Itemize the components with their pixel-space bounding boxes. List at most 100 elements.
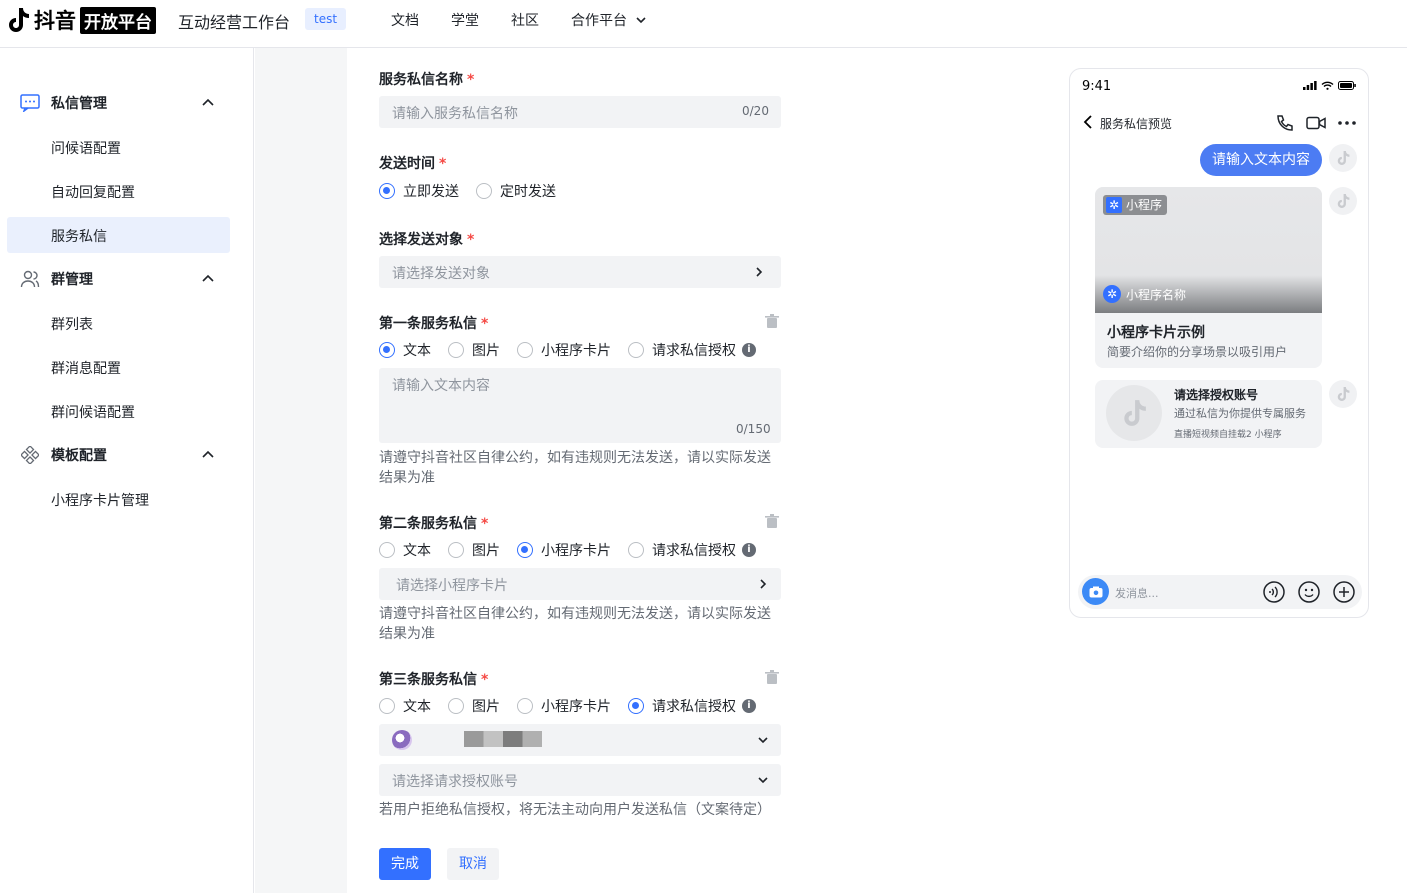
- authorized-account-select[interactable]: [379, 724, 781, 756]
- second-hint: 请遵守抖音社区自律公约，如有违规则无法发送，请以实际发送结果为准: [379, 606, 771, 642]
- name-counter: 0/20: [742, 104, 769, 118]
- radio-type-image[interactable]: 图片: [448, 696, 500, 716]
- phone-preview: 9:41 服务私信预览 请输入文本内容 ✲ 小程序 ✲ 小程序名称 小程序卡片示…: [1069, 68, 1369, 618]
- phone-call-icon[interactable]: [1275, 114, 1293, 132]
- sidebar-item-service-message[interactable]: 服务私信: [51, 226, 107, 246]
- template-grid-icon: [20, 445, 40, 465]
- more-icon[interactable]: [1338, 121, 1356, 125]
- sender-avatar: [1329, 144, 1357, 172]
- radio-type-image[interactable]: 图片: [448, 540, 500, 560]
- video-call-icon[interactable]: [1306, 116, 1326, 130]
- chevron-up-icon[interactable]: [201, 272, 215, 286]
- trash-icon[interactable]: [765, 670, 779, 685]
- send-time-radio-group: 立即发送 定时发送: [379, 181, 573, 201]
- auth-title: 请选择授权账号: [1174, 388, 1259, 402]
- radio-circle[interactable]: [517, 342, 533, 358]
- nav-docs[interactable]: 文档: [391, 10, 419, 30]
- radio-type-image[interactable]: 图片: [448, 340, 500, 360]
- radio-circle[interactable]: [379, 183, 395, 199]
- mini-program-icon: ✲: [1106, 197, 1122, 213]
- sidebar-group-groups[interactable]: 群管理: [20, 267, 220, 291]
- auth-account-avatar: [1106, 385, 1162, 441]
- douyin-open-platform-logo[interactable]: 抖音 开放平台: [6, 6, 156, 34]
- info-icon[interactable]: i: [742, 543, 756, 557]
- chevron-up-icon[interactable]: [201, 448, 215, 462]
- info-icon[interactable]: i: [742, 699, 756, 713]
- logo-badge: 开放平台: [80, 6, 156, 34]
- nav-partner-platform[interactable]: 合作平台: [571, 10, 647, 30]
- sidebar: 私信管理 问候语配置 自动回复配置 服务私信 群管理 群列表 群消息配置 群问候…: [0, 48, 254, 893]
- radio-circle[interactable]: [517, 542, 533, 558]
- radio-circle[interactable]: [476, 183, 492, 199]
- trash-icon[interactable]: [765, 314, 779, 329]
- sidebar-item-group-list[interactable]: 群列表: [51, 314, 93, 334]
- mini-program-card-select[interactable]: 请选择小程序卡片: [379, 568, 781, 600]
- phone-time: 9:41: [1082, 79, 1112, 94]
- auth-desc: 通过私信为你提供专属服务: [1174, 407, 1306, 420]
- sidebar-item-greeting[interactable]: 问候语配置: [51, 138, 121, 158]
- sidebar-group-label: 模板配置: [51, 448, 107, 464]
- message-input[interactable]: 发消息...: [1115, 585, 1159, 601]
- radio-circle[interactable]: [628, 698, 644, 714]
- radio-type-text[interactable]: 文本: [379, 340, 431, 360]
- sidebar-item-auto-reply[interactable]: 自动回复配置: [51, 182, 135, 202]
- sidebar-item-group-message[interactable]: 群消息配置: [51, 358, 121, 378]
- radio-type-mini-program[interactable]: 小程序卡片: [517, 696, 611, 716]
- mini-program-tag: ✲ 小程序: [1103, 195, 1168, 215]
- first-text-textarea[interactable]: 请输入文本内容: [379, 368, 781, 443]
- nav-community[interactable]: 社区: [511, 10, 539, 30]
- third-type-radio-group: 文本 图片 小程序卡片 请求私信授权 i: [379, 696, 773, 716]
- cancel-button[interactable]: 取消: [447, 848, 499, 880]
- battery-icon: [1338, 81, 1356, 90]
- voice-icon[interactable]: [1263, 581, 1285, 603]
- sidebar-group-messages[interactable]: 私信管理: [20, 91, 220, 115]
- service-message-name-input[interactable]: 请输入服务私信名称: [379, 96, 781, 128]
- radio-circle[interactable]: [379, 342, 395, 358]
- field-label-second-message: 第二条服务私信 *: [379, 516, 489, 532]
- radio-circle[interactable]: [448, 542, 464, 558]
- radio-type-mini-program[interactable]: 小程序卡片: [517, 340, 611, 360]
- sender-avatar: [1329, 187, 1357, 215]
- sidebar-item-group-greeting[interactable]: 群问候语配置: [51, 402, 135, 422]
- radio-circle[interactable]: [517, 698, 533, 714]
- field-label-send-time: 发送时间 *: [379, 156, 447, 172]
- radio-circle[interactable]: [448, 698, 464, 714]
- chevron-right-icon: [756, 267, 763, 277]
- auth-request-card: 请选择授权账号 通过私信为你提供专属服务 直播短视频自挂载2 小程序: [1095, 380, 1322, 448]
- nav-academy[interactable]: 学堂: [451, 10, 479, 30]
- emoji-icon[interactable]: [1298, 581, 1320, 603]
- sidebar-item-mini-program-card[interactable]: 小程序卡片管理: [51, 490, 149, 510]
- info-icon[interactable]: i: [742, 343, 756, 357]
- radio-send-scheduled[interactable]: 定时发送: [476, 181, 556, 201]
- redacted-block: [464, 731, 542, 747]
- radio-type-text[interactable]: 文本: [379, 696, 431, 716]
- radio-type-auth[interactable]: 请求私信授权 i: [628, 340, 756, 360]
- radio-type-auth[interactable]: 请求私信授权 i: [628, 696, 756, 716]
- radio-circle[interactable]: [448, 342, 464, 358]
- radio-circle[interactable]: [379, 542, 395, 558]
- radio-circle[interactable]: [379, 698, 395, 714]
- radio-circle[interactable]: [628, 342, 644, 358]
- radio-circle[interactable]: [628, 542, 644, 558]
- wifi-icon: [1321, 81, 1334, 90]
- signal-icon: [1303, 81, 1317, 90]
- sender-avatar: [1329, 380, 1357, 408]
- mini-program-icon: ✲: [1103, 285, 1121, 303]
- sidebar-group-templates[interactable]: 模板配置: [20, 443, 220, 467]
- submit-button[interactable]: 完成: [379, 848, 431, 880]
- camera-icon[interactable]: [1082, 578, 1109, 605]
- back-arrow-icon[interactable]: [1083, 115, 1093, 129]
- radio-type-mini-program[interactable]: 小程序卡片: [517, 540, 611, 560]
- radio-send-now[interactable]: 立即发送: [379, 181, 459, 201]
- trash-icon[interactable]: [765, 514, 779, 529]
- chevron-up-icon[interactable]: [201, 96, 215, 110]
- first-hint: 请遵守抖音社区自律公约，如有违规则无法发送，请以实际发送结果为准: [379, 450, 771, 486]
- radio-type-text[interactable]: 文本: [379, 540, 431, 560]
- target-select[interactable]: 请选择发送对象: [379, 256, 781, 288]
- group-users-icon: [20, 269, 40, 289]
- plus-icon[interactable]: [1333, 581, 1355, 603]
- auth-account-select[interactable]: 请选择请求授权账号: [379, 764, 781, 796]
- env-tag: test: [305, 8, 347, 30]
- radio-type-auth[interactable]: 请求私信授权 i: [628, 540, 756, 560]
- sidebar-group-label: 群管理: [51, 272, 93, 288]
